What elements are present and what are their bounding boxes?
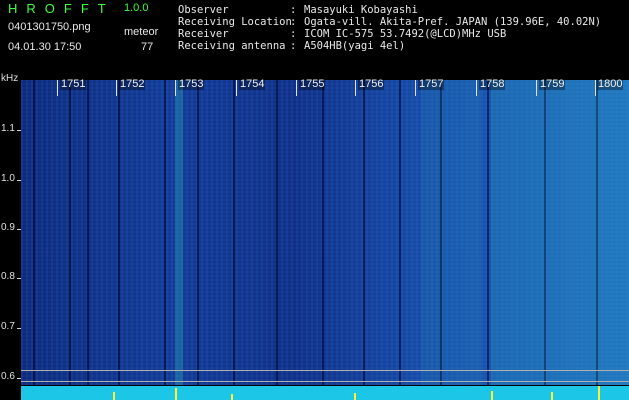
info-value: Masayuki Kobayashi	[304, 4, 418, 16]
y-tick-label: 1.1	[1, 123, 15, 134]
app-title: HROFFT	[8, 1, 115, 16]
y-tick-label: 0.8	[1, 271, 15, 282]
info-location: Receiving Location: Ogata-vill. Akita-Pre…	[178, 16, 602, 28]
time-tick	[296, 80, 297, 96]
datetime: 04.01.30 17:50	[8, 41, 82, 53]
time-label: 1757	[418, 78, 445, 90]
time-tick	[175, 80, 176, 96]
time-label: 1754	[239, 78, 266, 90]
info-observer: Observer: Masayuki Kobayashi	[178, 4, 418, 16]
time-tick	[415, 80, 416, 96]
guide-line	[21, 370, 629, 371]
y-tick-label: 1.0	[1, 173, 15, 184]
meteor-count: 77	[141, 41, 154, 53]
signal-trace	[21, 386, 629, 400]
info-value: ICOM IC-575 53.7492(@LCD)MHz USB	[304, 28, 507, 40]
time-label: 1751	[60, 78, 87, 90]
y-tick-label: 0.6	[1, 371, 15, 382]
time-label: 1756	[358, 78, 385, 90]
spectrogram-image	[21, 80, 629, 385]
info-label: Receiving Location	[178, 16, 292, 28]
time-label: 1752	[119, 78, 146, 90]
filename: 0401301750.png	[8, 21, 91, 33]
time-tick	[595, 80, 596, 96]
info-antenna: Receiving antenna: A504HB(yagi 4el)	[178, 40, 406, 52]
time-label: 1800	[597, 78, 624, 90]
time-tick	[355, 80, 356, 96]
info-label: Receiver	[178, 28, 229, 40]
app-version: 1.0.0	[124, 2, 149, 14]
info-receiver: Receiver: ICOM IC-575 53.7492(@LCD)MHz US…	[178, 28, 507, 40]
info-value: Ogata-vill. Akita-Pref. JAPAN (139.96E, …	[304, 16, 602, 28]
guide-line	[21, 381, 629, 382]
time-label: 1759	[539, 78, 566, 90]
time-tick	[236, 80, 237, 96]
info-label: Receiving antenna	[178, 40, 286, 52]
time-tick	[57, 80, 58, 96]
info-value: A504HB(yagi 4el)	[304, 40, 406, 52]
time-label: 1755	[299, 78, 326, 90]
header-panel: HROFFT 1.0.0 0401301750.png meteor 04.01…	[0, 0, 629, 75]
time-label: 1753	[178, 78, 205, 90]
y-tick-label: 0.7	[1, 321, 15, 332]
meteor-label: meteor	[124, 26, 159, 38]
info-label: Observer	[178, 4, 229, 16]
time-tick	[116, 80, 117, 96]
time-tick	[476, 80, 477, 96]
y-tick-label: 0.9	[1, 222, 15, 233]
y-unit-label: kHz	[1, 73, 19, 84]
time-tick	[536, 80, 537, 96]
time-label: 1758	[479, 78, 506, 90]
